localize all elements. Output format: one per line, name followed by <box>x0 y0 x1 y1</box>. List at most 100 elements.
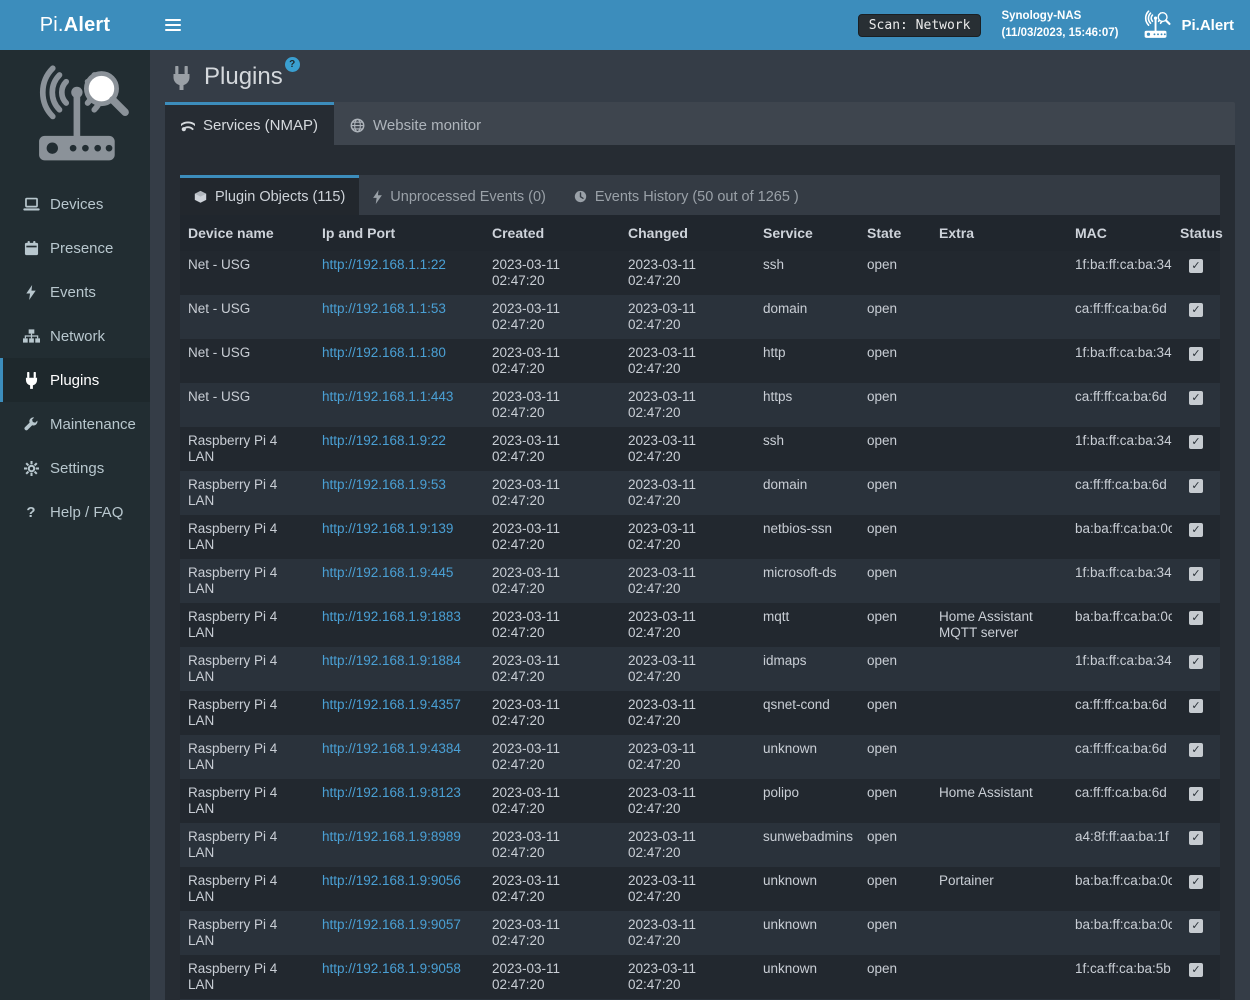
bolt-icon <box>20 285 42 300</box>
status-cell: ✓ <box>1172 295 1220 339</box>
ip-port-link[interactable]: http://192.168.1.9:4357 <box>322 697 461 712</box>
status-checkbox[interactable]: ✓ <box>1189 567 1203 581</box>
tab-website-monitor[interactable]: Website monitor <box>334 102 497 145</box>
status-checkbox[interactable]: ✓ <box>1189 699 1203 713</box>
sidebar-item-label: Plugins <box>50 372 99 389</box>
cube-icon <box>194 190 207 204</box>
nas-info: Synology-NAS (11/03/2023, 15:46:07) <box>1001 8 1118 43</box>
tab-events-history[interactable]: Events History (50 out of 1265 ) <box>560 175 813 215</box>
ip-port-link[interactable]: http://192.168.1.1:53 <box>322 301 446 316</box>
sitemap-icon <box>20 329 42 343</box>
device-name-cell: Net - USG <box>180 339 314 383</box>
col-mac[interactable]: MAC <box>1067 215 1172 251</box>
status-checkbox[interactable]: ✓ <box>1189 259 1203 273</box>
status-cell: ✓ <box>1172 647 1220 691</box>
plugin-tabs: Services (NMAP) Website monitor <box>165 102 1235 145</box>
service-cell: microsoft-ds <box>755 559 859 603</box>
ip-port-cell: http://192.168.1.9:9057 <box>314 911 484 955</box>
tab-label: Plugin Objects (115) <box>215 189 345 205</box>
sidebar-item-plugins[interactable]: Plugins <box>0 358 150 402</box>
service-cell: qsnet-cond <box>755 691 859 735</box>
ip-port-link[interactable]: http://192.168.1.9:1883 <box>322 609 461 624</box>
ip-port-link[interactable]: http://192.168.1.9:22 <box>322 433 446 448</box>
brand-logo[interactable]: Pi.Alert <box>0 0 150 50</box>
status-checkbox[interactable]: ✓ <box>1189 831 1203 845</box>
ip-port-link[interactable]: http://192.168.1.1:80 <box>322 345 446 360</box>
col-changed[interactable]: Changed <box>620 215 755 251</box>
created-cell: 2023-03-11 02:47:20 <box>484 603 620 647</box>
ip-port-link[interactable]: http://192.168.1.9:4384 <box>322 741 461 756</box>
sidebar-item-events[interactable]: Events <box>0 270 150 314</box>
table-row: Raspberry Pi 4 LANhttp://192.168.1.9:898… <box>180 823 1220 867</box>
ip-port-link[interactable]: http://192.168.1.9:1884 <box>322 653 461 668</box>
extra-cell: Home Assistant MQTT server <box>931 603 1067 647</box>
extra-cell <box>931 251 1067 295</box>
status-checkbox[interactable]: ✓ <box>1189 919 1203 933</box>
created-cell: 2023-03-11 02:47:20 <box>484 339 620 383</box>
status-cell: ✓ <box>1172 559 1220 603</box>
sidebar-item-help[interactable]: ? Help / FAQ <box>0 490 150 534</box>
service-cell: unknown <box>755 867 859 911</box>
status-checkbox[interactable]: ✓ <box>1189 435 1203 449</box>
sidebar-item-devices[interactable]: Devices <box>0 182 150 226</box>
created-cell: 2023-03-11 02:47:20 <box>484 251 620 295</box>
state-cell: open <box>859 559 931 603</box>
tab-services-nmap[interactable]: Services (NMAP) <box>165 102 334 145</box>
created-cell: 2023-03-11 02:47:20 <box>484 471 620 515</box>
status-cell: ✓ <box>1172 911 1220 955</box>
status-checkbox[interactable]: ✓ <box>1189 743 1203 757</box>
sidebar-item-settings[interactable]: Settings <box>0 446 150 490</box>
status-checkbox[interactable]: ✓ <box>1189 787 1203 801</box>
status-checkbox[interactable]: ✓ <box>1189 391 1203 405</box>
sidebar-item-label: Events <box>50 284 96 301</box>
created-cell: 2023-03-11 02:47:20 <box>484 823 620 867</box>
col-extra[interactable]: Extra <box>931 215 1067 251</box>
col-state[interactable]: State <box>859 215 931 251</box>
created-cell: 2023-03-11 02:47:20 <box>484 383 620 427</box>
ip-port-cell: http://192.168.1.9:1883 <box>314 603 484 647</box>
ip-port-link[interactable]: http://192.168.1.9:9057 <box>322 917 461 932</box>
tab-plugin-objects[interactable]: Plugin Objects (115) <box>180 175 359 215</box>
sidebar-item-presence[interactable]: Presence <box>0 226 150 270</box>
mac-cell: ba:ba:ff:ca:ba:0c <box>1067 603 1172 647</box>
status-checkbox[interactable]: ✓ <box>1189 875 1203 889</box>
service-cell: netbios-ssn <box>755 515 859 559</box>
changed-cell: 2023-03-11 02:47:20 <box>620 339 755 383</box>
services-nmap-pane: Plugin Objects (115) Unprocessed Events … <box>165 145 1235 1000</box>
sidebar-item-maintenance[interactable]: Maintenance <box>0 402 150 446</box>
status-checkbox[interactable]: ✓ <box>1189 303 1203 317</box>
ip-port-link[interactable]: http://192.168.1.9:139 <box>322 521 453 536</box>
status-checkbox[interactable]: ✓ <box>1189 611 1203 625</box>
sidebar-item-network[interactable]: Network <box>0 314 150 358</box>
changed-cell: 2023-03-11 02:47:20 <box>620 295 755 339</box>
ip-port-link[interactable]: http://192.168.1.1:443 <box>322 389 453 404</box>
col-status[interactable]: Status <box>1172 215 1220 251</box>
table-row: Raspberry Pi 4 LANhttp://192.168.1.9:188… <box>180 603 1220 647</box>
changed-cell: 2023-03-11 02:47:20 <box>620 471 755 515</box>
status-checkbox[interactable]: ✓ <box>1189 479 1203 493</box>
ip-port-link[interactable]: http://192.168.1.9:445 <box>322 565 453 580</box>
ip-port-link[interactable]: http://192.168.1.9:9058 <box>322 961 461 976</box>
col-device-name[interactable]: Device name <box>180 215 314 251</box>
ip-port-link[interactable]: http://192.168.1.1:22 <box>322 257 446 272</box>
device-name-cell: Raspberry Pi 4 LAN <box>180 867 314 911</box>
ip-port-link[interactable]: http://192.168.1.9:8989 <box>322 829 461 844</box>
top-navbar: Pi.Alert Scan: Network Synology-NAS (11/… <box>0 0 1250 50</box>
changed-cell: 2023-03-11 02:47:20 <box>620 383 755 427</box>
ip-port-link[interactable]: http://192.168.1.9:8123 <box>322 785 461 800</box>
status-checkbox[interactable]: ✓ <box>1189 655 1203 669</box>
col-ip-port[interactable]: Ip and Port <box>314 215 484 251</box>
tab-unprocessed-events[interactable]: Unprocessed Events (0) <box>359 175 560 215</box>
created-cell: 2023-03-11 02:47:20 <box>484 691 620 735</box>
col-created[interactable]: Created <box>484 215 620 251</box>
col-service[interactable]: Service <box>755 215 859 251</box>
help-badge[interactable]: ? <box>285 57 300 72</box>
status-checkbox[interactable]: ✓ <box>1189 347 1203 361</box>
status-checkbox[interactable]: ✓ <box>1189 963 1203 977</box>
sidebar-toggle-button[interactable] <box>150 0 196 50</box>
ip-port-link[interactable]: http://192.168.1.9:53 <box>322 477 446 492</box>
status-checkbox[interactable]: ✓ <box>1189 523 1203 537</box>
changed-cell: 2023-03-11 02:47:20 <box>620 911 755 955</box>
ip-port-link[interactable]: http://192.168.1.9:9056 <box>322 873 461 888</box>
app-identity[interactable]: Pi.Alert <box>1138 10 1234 40</box>
